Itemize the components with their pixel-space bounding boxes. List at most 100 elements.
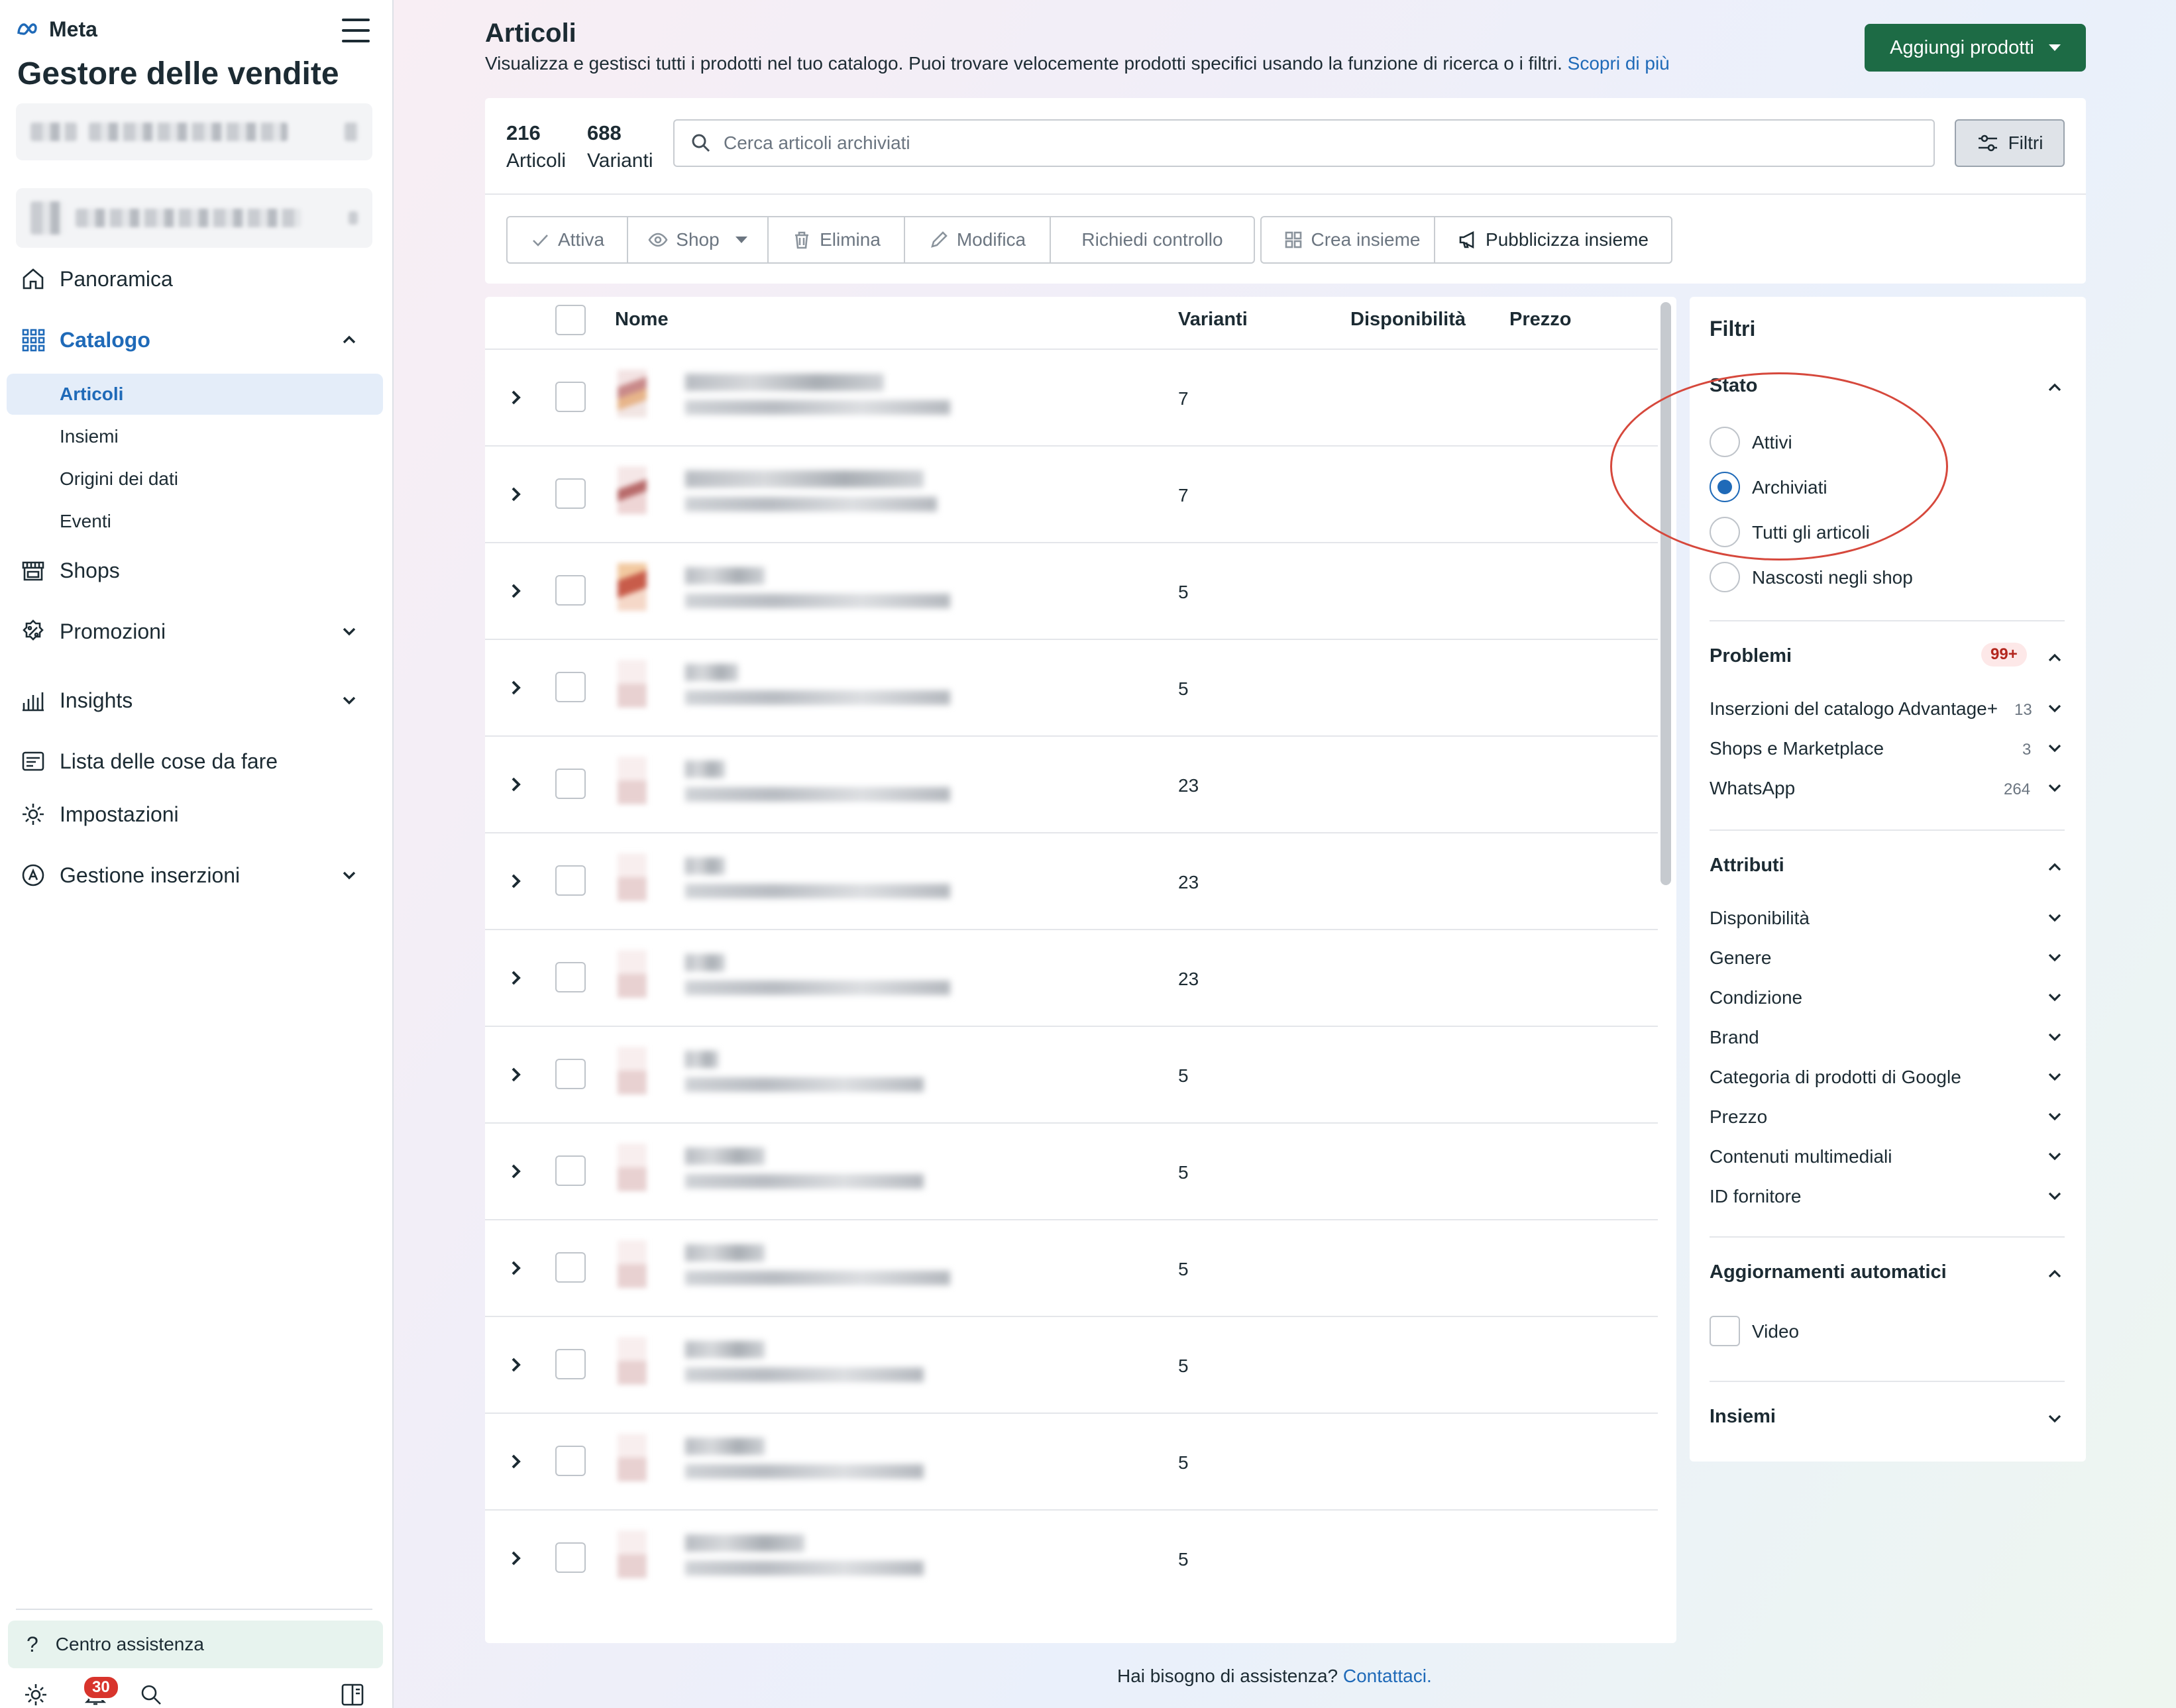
column-header-name[interactable]: Nome <box>615 309 669 331</box>
video-option-label[interactable]: Video <box>1752 1321 1799 1342</box>
sub-nav-data-sources[interactable]: Origini dei dati <box>7 458 383 500</box>
table-row[interactable]: 5 <box>485 639 1658 735</box>
search-icon[interactable] <box>138 1681 164 1708</box>
publish-set-button[interactable]: Pubblicizza insieme <box>1434 216 1672 264</box>
shop-visibility-button[interactable]: Shop <box>627 216 769 264</box>
chevron-down-icon[interactable] <box>339 865 359 885</box>
search-input[interactable]: Cerca articoli archiviati <box>673 119 1935 167</box>
chevron-down-icon[interactable] <box>2045 947 2065 967</box>
problem-whatsapp[interactable]: WhatsApp <box>1710 778 1795 799</box>
expand-row-icon[interactable] <box>505 871 526 892</box>
meta-logo[interactable]: Meta <box>16 17 97 42</box>
business-account-selector[interactable] <box>16 103 372 160</box>
chevron-down-icon[interactable] <box>2045 778 2065 798</box>
table-row[interactable]: 23 <box>485 735 1658 832</box>
table-scrollbar[interactable] <box>1660 302 1671 885</box>
table-row[interactable]: 5 <box>485 1413 1658 1509</box>
expand-row-icon[interactable] <box>505 1257 526 1279</box>
row-checkbox[interactable] <box>555 478 586 509</box>
nav-ads-management[interactable]: Gestione inserzioni <box>7 855 383 896</box>
chevron-up-icon[interactable] <box>2045 378 2065 398</box>
row-checkbox[interactable] <box>555 769 586 799</box>
column-header-price[interactable]: Prezzo <box>1509 309 1571 331</box>
nav-shops[interactable]: Shops <box>7 550 383 591</box>
table-row[interactable]: 5 <box>485 1509 1658 1606</box>
row-checkbox[interactable] <box>555 1542 586 1573</box>
column-header-availability[interactable]: Disponibilità <box>1350 309 1466 331</box>
nav-catalog[interactable]: Catalogo <box>7 319 383 360</box>
problem-advantage-catalog[interactable]: Inserzioni del catalogo Advantage+ <box>1710 698 1998 720</box>
auto-updates-section-title[interactable]: Aggiornamenti automatici <box>1710 1261 1947 1283</box>
expand-row-icon[interactable] <box>505 1354 526 1375</box>
activate-button[interactable]: Attiva <box>506 216 628 264</box>
status-option-hidden[interactable]: Nascosti negli shop <box>1752 567 1913 588</box>
chevron-down-icon[interactable] <box>339 621 359 641</box>
menu-toggle-icon[interactable] <box>342 19 370 42</box>
chevron-up-icon[interactable] <box>2045 857 2065 877</box>
expand-row-icon[interactable] <box>505 1548 526 1569</box>
row-checkbox[interactable] <box>555 382 586 412</box>
delete-button[interactable]: Elimina <box>767 216 905 264</box>
video-checkbox[interactable] <box>1710 1316 1740 1346</box>
nav-insights[interactable]: Insights <box>7 680 383 721</box>
chevron-up-icon[interactable] <box>339 330 359 350</box>
attribute-filter-item[interactable]: Disponibilità <box>1710 908 1810 929</box>
add-products-button[interactable]: Aggiungi prodotti <box>1865 24 2086 72</box>
chevron-down-icon[interactable] <box>2045 908 2065 928</box>
row-checkbox[interactable] <box>555 1252 586 1283</box>
chevron-down-icon[interactable] <box>2045 1146 2065 1166</box>
attribute-filter-item[interactable]: Contenuti multimediali <box>1710 1146 1892 1167</box>
table-row[interactable]: 23 <box>485 832 1658 929</box>
chevron-down-icon[interactable] <box>2045 1106 2065 1126</box>
problems-section-title[interactable]: Problemi <box>1710 645 1792 667</box>
select-all-checkbox[interactable] <box>555 305 586 335</box>
column-header-variants[interactable]: Varianti <box>1178 309 1248 331</box>
attribute-filter-item[interactable]: Categoria di prodotti di Google <box>1710 1067 1961 1088</box>
expand-row-icon[interactable] <box>505 774 526 795</box>
catalog-selector[interactable] <box>16 188 372 248</box>
table-row[interactable]: 7 <box>485 445 1658 542</box>
expand-row-icon[interactable] <box>505 387 526 408</box>
nav-todo-list[interactable]: Lista delle cose da fare <box>7 741 383 782</box>
attribute-filter-item[interactable]: Genere <box>1710 947 1771 969</box>
sub-nav-events[interactable]: Eventi <box>7 501 383 542</box>
table-row[interactable]: 5 <box>485 1122 1658 1219</box>
attributes-section-title[interactable]: Attributi <box>1710 855 1784 877</box>
expand-row-icon[interactable] <box>505 677 526 698</box>
request-review-button[interactable]: Richiedi controllo <box>1050 216 1255 264</box>
attribute-filter-item[interactable]: Brand <box>1710 1027 1759 1048</box>
sub-nav-articoli[interactable]: Articoli <box>7 374 383 415</box>
table-row[interactable]: 5 <box>485 1026 1658 1122</box>
attribute-filter-item[interactable]: Condizione <box>1710 987 1802 1008</box>
attribute-filter-item[interactable]: ID fornitore <box>1710 1186 1802 1207</box>
sets-section-title[interactable]: Insiemi <box>1710 1406 1776 1428</box>
expand-row-icon[interactable] <box>505 1451 526 1472</box>
table-row[interactable]: 7 <box>485 348 1658 445</box>
table-row[interactable]: 5 <box>485 1219 1658 1316</box>
row-checkbox[interactable] <box>555 672 586 702</box>
expand-row-icon[interactable] <box>505 967 526 988</box>
create-set-button[interactable]: Crea insieme <box>1260 216 1443 264</box>
expand-row-icon[interactable] <box>505 484 526 505</box>
edit-button[interactable]: Modifica <box>904 216 1051 264</box>
chevron-down-icon[interactable] <box>2045 1409 2065 1428</box>
nav-promotions[interactable]: Promozioni <box>7 611 383 652</box>
expand-row-icon[interactable] <box>505 580 526 602</box>
expand-row-icon[interactable] <box>505 1161 526 1182</box>
status-radio-hidden[interactable] <box>1710 562 1740 592</box>
chevron-down-icon[interactable] <box>2045 738 2065 758</box>
row-checkbox[interactable] <box>555 1446 586 1476</box>
table-row[interactable]: 5 <box>485 542 1658 639</box>
panel-layout-icon[interactable] <box>339 1681 366 1708</box>
gear-icon[interactable] <box>23 1681 49 1708</box>
row-checkbox[interactable] <box>555 1155 586 1186</box>
row-checkbox[interactable] <box>555 1349 586 1379</box>
filters-button[interactable]: Filtri <box>1955 119 2065 167</box>
expand-row-icon[interactable] <box>505 1064 526 1085</box>
chevron-down-icon[interactable] <box>2045 1067 2065 1087</box>
row-checkbox[interactable] <box>555 575 586 606</box>
nav-settings[interactable]: Impostazioni <box>7 794 383 835</box>
learn-more-link[interactable]: Scopri di più <box>1568 53 1670 74</box>
problem-shops-marketplace[interactable]: Shops e Marketplace <box>1710 738 1884 759</box>
chevron-up-icon[interactable] <box>2045 648 2065 668</box>
